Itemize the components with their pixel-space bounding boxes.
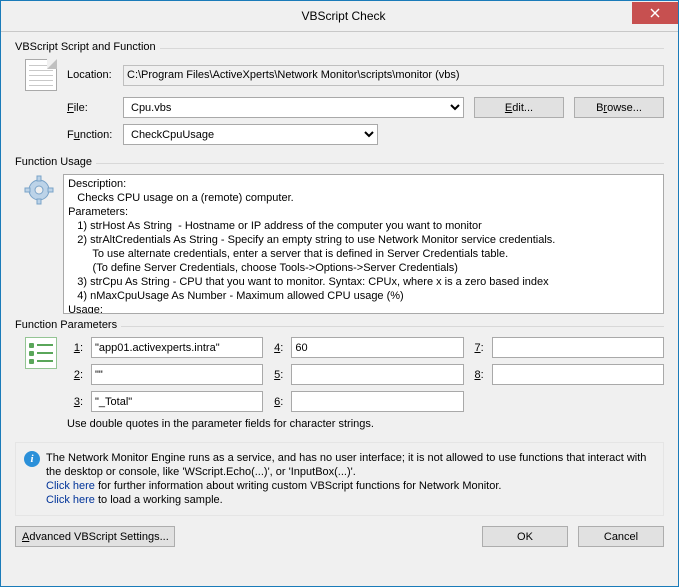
file-label: File:	[67, 102, 88, 114]
group-function-parameters: Function Parameters 1: 4:	[15, 326, 664, 436]
document-icon	[25, 59, 57, 91]
gear-icon	[23, 174, 55, 206]
group-params-label: Function Parameters	[15, 319, 121, 331]
function-select[interactable]: CheckCpuUsage	[123, 124, 378, 145]
group-function-usage: Function Usage	[15, 163, 664, 320]
param5-label: 5:	[271, 369, 283, 381]
browse-button[interactable]: Browse...	[574, 97, 664, 118]
param8-input[interactable]	[492, 364, 664, 385]
cancel-button[interactable]: Cancel	[578, 526, 664, 547]
param6-label: 6:	[271, 396, 283, 408]
param4-label: 4:	[271, 342, 283, 354]
list-icon	[25, 337, 57, 369]
param1-input[interactable]	[91, 337, 263, 358]
advanced-settings-button[interactable]: Advanced VBScript Settings...	[15, 526, 175, 547]
group-script-label: VBScript Script and Function	[15, 41, 160, 53]
file-select[interactable]: Cpu.vbs	[123, 97, 464, 118]
param3-input[interactable]	[91, 391, 263, 412]
param3-label: 3:	[71, 396, 83, 408]
param4-input[interactable]	[291, 337, 463, 358]
dialog-window: VBScript Check VBScript Script and Funct…	[0, 0, 679, 587]
close-icon	[650, 8, 660, 18]
info-note: i The Network Monitor Engine runs as a s…	[15, 442, 664, 516]
group-script-function: VBScript Script and Function Location: F…	[15, 48, 664, 157]
titlebar: VBScript Check	[1, 1, 678, 32]
close-button[interactable]	[632, 2, 678, 24]
note-text: The Network Monitor Engine runs as a ser…	[46, 452, 646, 478]
link-further-info[interactable]: Click here	[46, 480, 95, 492]
link-load-sample[interactable]: Click here	[46, 494, 95, 506]
param2-input[interactable]	[91, 364, 263, 385]
usage-textarea[interactable]: Description: Checks CPU usage on a (remo…	[63, 174, 664, 314]
info-icon: i	[24, 451, 40, 467]
param6-input[interactable]	[291, 391, 463, 412]
param7-label: 7:	[472, 342, 484, 354]
note-link2-tail: to load a working sample.	[95, 494, 223, 506]
param7-input[interactable]	[492, 337, 664, 358]
param8-label: 8:	[472, 369, 484, 381]
location-label: Location:	[67, 69, 123, 81]
param2-label: 2:	[71, 369, 83, 381]
function-label: Function:	[67, 129, 112, 141]
location-field	[123, 65, 664, 86]
param5-input[interactable]	[291, 364, 463, 385]
ok-button[interactable]: OK	[482, 526, 568, 547]
window-title: VBScript Check	[55, 9, 632, 23]
group-usage-label: Function Usage	[15, 156, 96, 168]
param1-label: 1:	[71, 342, 83, 354]
note-link1-tail: for further information about writing cu…	[95, 480, 502, 492]
edit-button[interactable]: Edit...	[474, 97, 564, 118]
params-hint: Use double quotes in the parameter field…	[67, 418, 664, 430]
